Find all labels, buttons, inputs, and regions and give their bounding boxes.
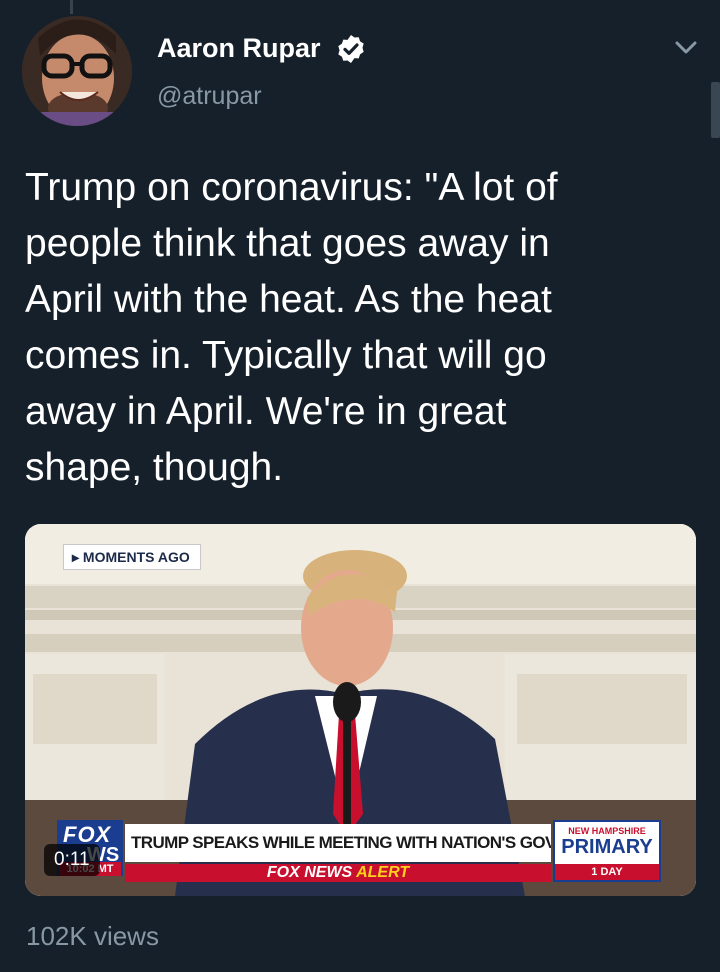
moments-ago-label: MOMENTS AGO [82,549,190,565]
primary-state-label: NEW HAMPSHIRE [568,826,646,836]
alert-label-b: ALERT [356,864,410,881]
video-duration-badge: 0:11 [44,844,100,876]
play-triangle-icon: ▸ [72,549,83,565]
primary-label: PRIMARY [561,836,653,858]
author-name[interactable]: Aaron Rupar [157,33,321,64]
verified-badge-icon [338,35,364,63]
thread-connector [70,0,73,14]
avatar[interactable] [22,16,132,126]
moments-ago-tag: ▸ MOMENTS AGO [63,544,201,570]
scrollbar-thumb[interactable] [711,82,720,138]
news-chyron: FOX WS 10:02 MT TRUMP SPEAKS WHILE MEETI… [57,820,661,886]
avatar-image [22,16,132,126]
primary-countdown-box: NEW HAMPSHIRE PRIMARY 1 DAY [553,820,661,882]
alert-label-a: FOX NEWS [266,864,353,881]
view-count: 102K views [26,921,159,951]
chevron-down-icon[interactable] [670,34,702,60]
video-player[interactable]: ▸ MOMENTS AGO FOX WS 10:02 MT TRUMP SPEA… [25,524,696,896]
fox-news-alert-bar: FOX NEWS ALERT [125,864,551,882]
primary-days-label: 1 DAY [555,864,659,880]
tweet-text: Trump on coronavirus: "A lot of people t… [25,166,558,489]
author-handle[interactable]: @atrupar [157,82,262,111]
chyron-headline: TRUMP SPEAKS WHILE MEETING WITH NATION'S… [125,824,551,862]
